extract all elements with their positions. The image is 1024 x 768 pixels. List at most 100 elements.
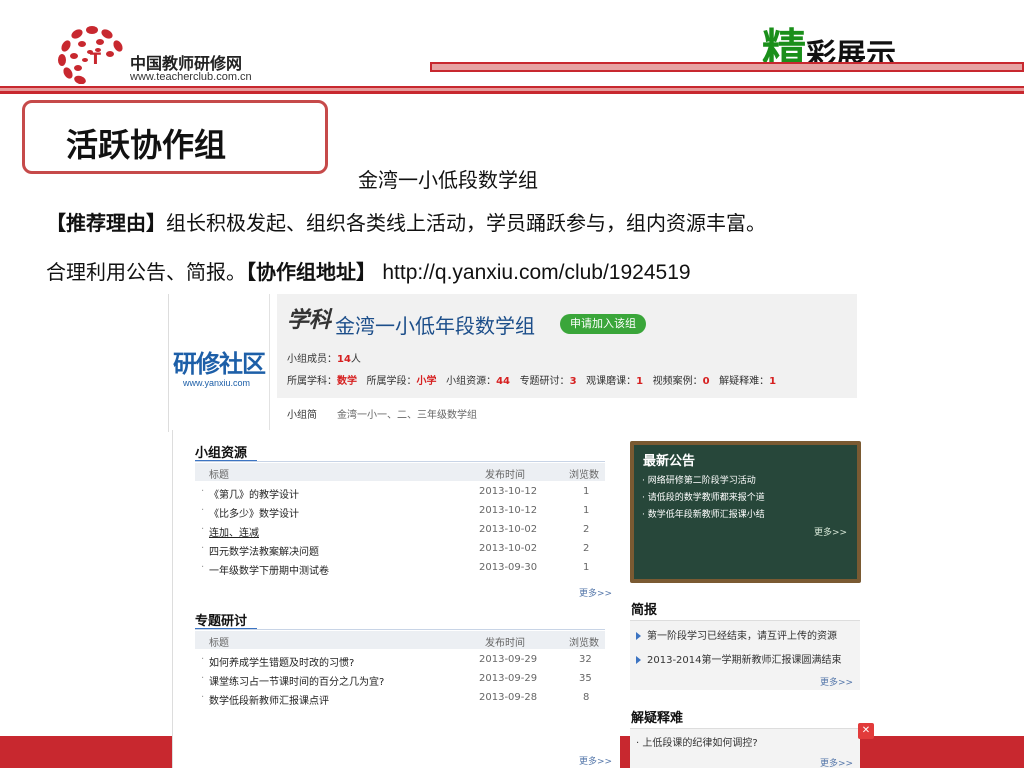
table-row[interactable]: · 课堂练习占一节课时间的百分之几为宜? 2013-09-29 35: [195, 670, 605, 689]
group-header-screenshot: 研修社区 www.yanxiu.com 学科 金湾一小低年段数学组 申请加入该组…: [168, 294, 857, 432]
stat-stage: 所属学段：小学: [366, 376, 437, 387]
qa-title: 解疑释难: [631, 711, 684, 726]
row-title[interactable]: 四元数学法教案解决问题: [209, 543, 319, 558]
col-views: 浏览数: [569, 638, 599, 649]
row-title[interactable]: 课堂练习占一节课时间的百分之几为宜?: [209, 673, 384, 688]
group-address-line: 合理利用公告、简报。【协作组地址】 http://q.yanxiu.com/cl…: [46, 256, 691, 285]
teacherclub-logo: T 中国教师研修网 www.teacherclub.com.cn: [52, 20, 292, 90]
table-row[interactable]: · 《第几》的教学设计 2013-10-12 1: [195, 483, 605, 502]
group-intro: 小组简 金湾一小一、二、三年级数学组: [287, 406, 477, 421]
topics-more-link[interactable]: 更多>>: [579, 754, 612, 767]
members-label: 小组成员：: [287, 354, 337, 365]
row-title[interactable]: 一年级数学下册期中测试卷: [209, 562, 329, 577]
row-date: 2013-10-12: [479, 486, 538, 497]
row-title[interactable]: 连加、连减: [209, 524, 259, 539]
yanxiu-logo-text: 研修社区: [173, 350, 266, 378]
members-count: 小组成员：14人: [287, 350, 361, 365]
resources-divider: [195, 461, 605, 462]
notice-title: 最新公告: [643, 454, 696, 469]
notice-more-link[interactable]: 更多>>: [814, 525, 847, 538]
logo-url: www.teacherclub.com.cn: [130, 71, 252, 83]
qa-item[interactable]: · 上低段课的纪律如何调控?: [636, 734, 758, 749]
svg-text:T: T: [90, 49, 101, 68]
brief-item[interactable]: 2013-2014第一学期新教师汇报课圆满结束: [636, 651, 842, 666]
notice-item[interactable]: · 数学低年段新教师汇报课小结: [642, 507, 765, 520]
triangle-bullet-icon: [636, 632, 641, 640]
row-title[interactable]: 《比多少》数学设计: [209, 505, 299, 520]
brief-more-link[interactable]: 更多>>: [820, 675, 853, 688]
stat-resources: 小组资源：44: [446, 376, 511, 387]
intro-label: 小组简: [287, 410, 317, 421]
group-title[interactable]: 金湾一小低年段数学组: [335, 310, 535, 339]
row-views: 1: [583, 505, 590, 516]
brief-item[interactable]: 第一阶段学习已经结束，请互评上传的资源: [636, 627, 837, 642]
row-date: 2013-09-29: [479, 654, 538, 665]
row-views: 8: [583, 692, 590, 703]
vertical-divider: [269, 294, 270, 432]
join-group-button[interactable]: 申请加入该组: [560, 314, 646, 334]
resources-more-link[interactable]: 更多>>: [579, 586, 612, 599]
category-tag: 活跃协作组: [66, 126, 227, 164]
col-title: 标题: [209, 470, 229, 481]
table-row[interactable]: · 如何养成学生错题及时改的习惯? 2013-09-29 32: [195, 651, 605, 670]
intro-text: 金湾一小一、二、三年级数学组: [337, 410, 477, 421]
group-content-screenshot: 小组资源 标题 发布时间 浏览数 · 《第几》的教学设计 2013-10-12 …: [172, 430, 620, 768]
reason-label: 【推荐理由】: [46, 211, 166, 235]
stat-videos: 视频案例：0: [652, 376, 710, 387]
table-row[interactable]: · 一年级数学下册期中测试卷 2013-09-30 1: [195, 559, 605, 578]
col-views: 浏览数: [569, 470, 599, 481]
row-date: 2013-09-28: [479, 692, 538, 703]
reason-text: 组长积极发起、组织各类线上活动，学员踊跃参与，组内资源丰富。: [166, 211, 766, 235]
triangle-bullet-icon: [636, 656, 641, 664]
row-views: 1: [583, 562, 590, 573]
topics-table-header: 标题 发布时间 浏览数: [195, 631, 605, 649]
row-views: 35: [579, 673, 592, 684]
row-title[interactable]: 《第几》的教学设计: [209, 486, 299, 501]
row-views: 1: [583, 486, 590, 497]
address-label: 【协作组地址】: [246, 260, 376, 284]
row-date: 2013-10-02: [479, 543, 538, 554]
stat-lessons: 观课磨课：1: [586, 376, 644, 387]
group-name: 金湾一小低段数学组: [358, 168, 538, 192]
resources-title: 小组资源: [195, 446, 248, 461]
yanxiu-logo-url: www.yanxiu.com: [183, 378, 251, 388]
table-row[interactable]: · 连加、连减 2013-10-02 2: [195, 521, 605, 540]
table-row[interactable]: · 数学低段新教师汇报课点评 2013-09-28 8: [195, 689, 605, 708]
row-title[interactable]: 数学低段新教师汇报课点评: [209, 692, 329, 707]
stat-topics: 专题研讨：3: [519, 376, 577, 387]
qa-more-link[interactable]: 更多>>: [820, 756, 853, 768]
group-stats: 所属学科：数学 所属学段：小学 小组资源：44 专题研讨：3 观课磨课：1 视频…: [287, 372, 776, 387]
recommend-reason: 【推荐理由】组长积极发起、组织各类线上活动，学员踊跃参与，组内资源丰富。: [46, 207, 766, 236]
table-row[interactable]: · 四元数学法教案解决问题 2013-10-02 2: [195, 540, 605, 559]
stat-qa: 解疑释难：1: [719, 376, 777, 387]
row-date: 2013-09-30: [479, 562, 538, 573]
topics-title: 专题研讨: [195, 614, 248, 629]
table-row[interactable]: · 《比多少》数学设计 2013-10-12 1: [195, 502, 605, 521]
row-date: 2013-09-29: [479, 673, 538, 684]
members-value: 14: [337, 354, 351, 365]
row-views: 2: [583, 524, 590, 535]
row-date: 2013-10-02: [479, 524, 538, 535]
topics-divider: [195, 629, 605, 630]
stat-subject: 所属学科：数学: [287, 376, 357, 387]
flower-logo-icon: T: [58, 26, 123, 84]
col-date: 发布时间: [485, 638, 525, 649]
divider-band-inner: [0, 88, 1024, 91]
col-title: 标题: [209, 638, 229, 649]
row-date: 2013-10-12: [479, 505, 538, 516]
notice-item[interactable]: · 请低段的数学教师都来报个道: [642, 490, 765, 503]
resources-table-header: 标题 发布时间 浏览数: [195, 463, 605, 481]
subject-mark-icon: 学科: [287, 307, 332, 333]
col-date: 发布时间: [485, 470, 525, 481]
header-band-inner: [432, 64, 1022, 70]
row-views: 2: [583, 543, 590, 554]
line2-text: 合理利用公告、简报。: [46, 260, 246, 284]
yanxiu-logo: 研修社区 www.yanxiu.com: [169, 294, 269, 432]
row-views: 32: [579, 654, 592, 665]
members-unit: 人: [350, 354, 361, 365]
row-title[interactable]: 如何养成学生错题及时改的习惯?: [209, 654, 354, 669]
close-icon[interactable]: ✕: [858, 723, 874, 739]
address-url[interactable]: http://q.yanxiu.com/club/1924519: [382, 261, 690, 284]
notice-item[interactable]: · 网络研修第二阶段学习活动: [642, 473, 756, 486]
brief-title: 简报: [631, 603, 658, 618]
